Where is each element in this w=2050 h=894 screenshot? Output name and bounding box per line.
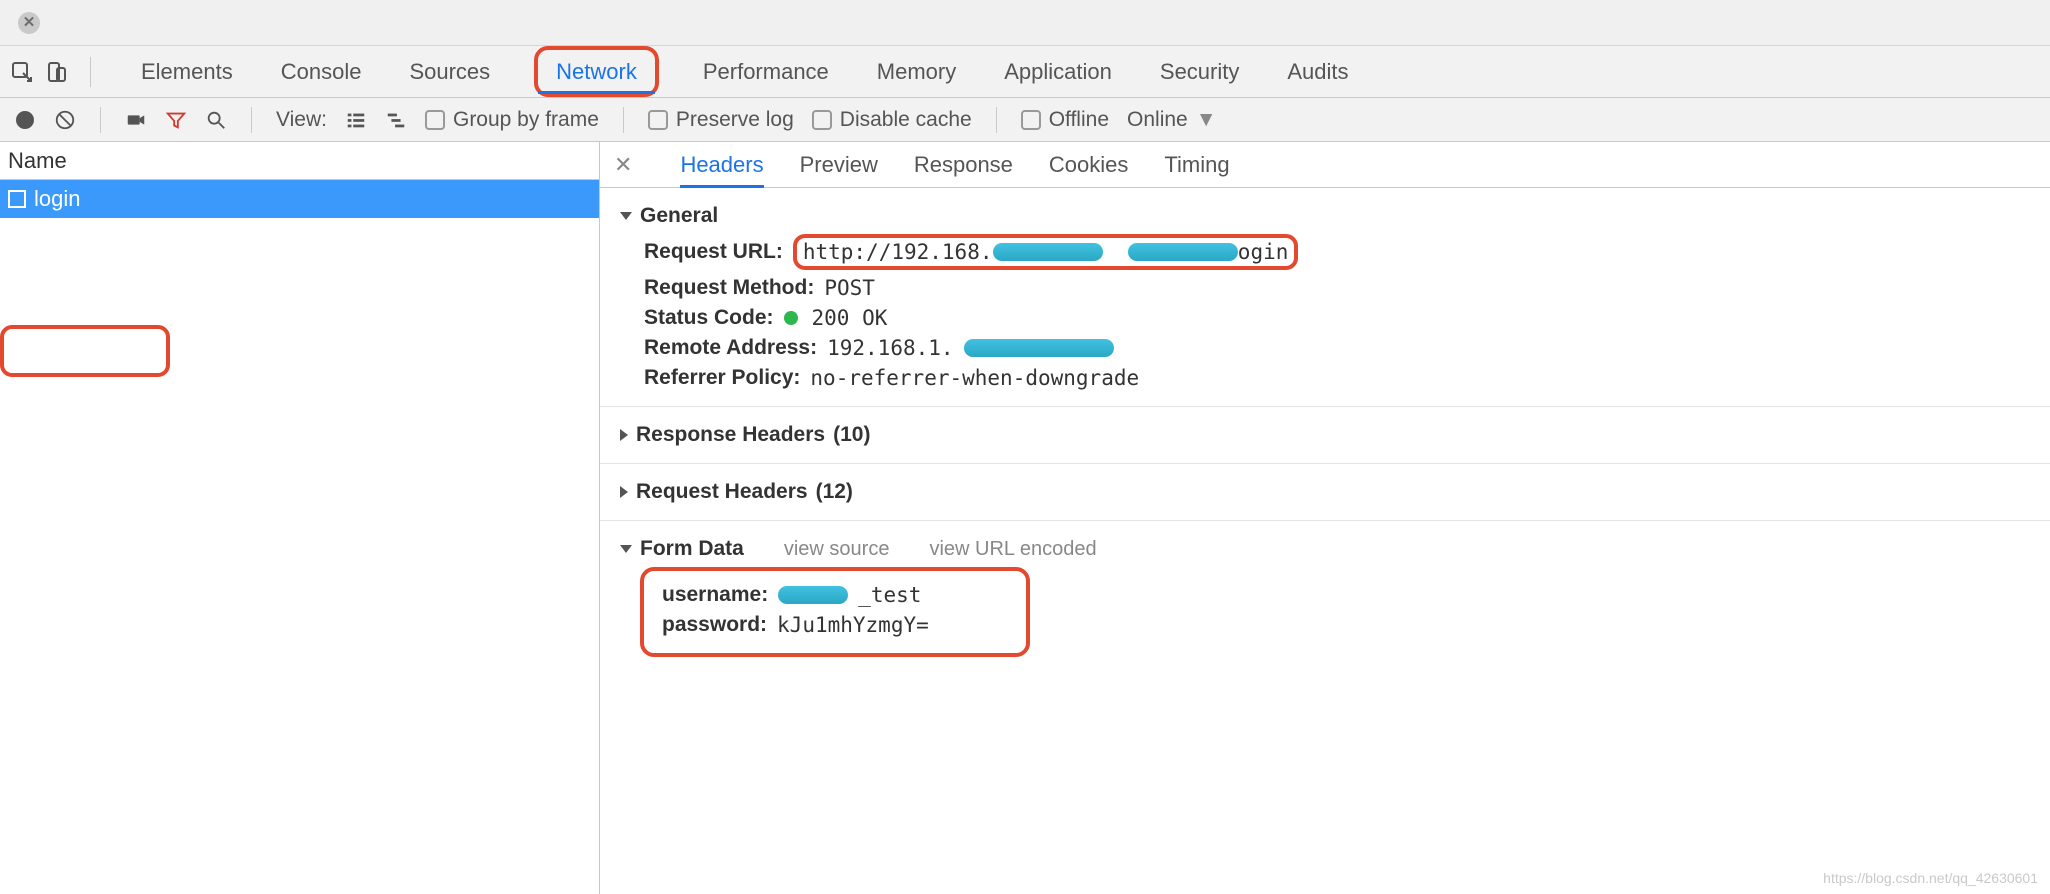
annotation-highlight: http://192.168. ogin <box>793 234 1299 270</box>
group-by-frame-toggle[interactable]: Group by frame <box>425 108 599 132</box>
devtools-tabs: Elements Console Sources Network Perform… <box>137 46 1353 97</box>
redacted-segment <box>993 243 1103 261</box>
tab-audits[interactable]: Audits <box>1283 46 1352 97</box>
detail-tab-timing[interactable]: Timing <box>1164 142 1229 187</box>
requests-list-header[interactable]: Name <box>0 142 599 180</box>
redacted-segment <box>964 339 1114 357</box>
view-list-icon[interactable] <box>345 109 367 131</box>
separator <box>623 107 624 133</box>
tab-memory[interactable]: Memory <box>873 46 960 97</box>
network-toolbar: View: Group by frame Preserve log Disabl… <box>0 98 2050 142</box>
request-name: login <box>34 186 80 212</box>
disclosure-triangle-icon <box>620 429 628 441</box>
inspect-icon[interactable] <box>10 60 34 84</box>
detail-tab-headers[interactable]: Headers <box>680 142 763 187</box>
search-icon[interactable] <box>205 109 227 131</box>
request-url-row: Request URL: http://192.168. ogin <box>644 234 2030 270</box>
separator <box>100 107 101 133</box>
tab-performance[interactable]: Performance <box>699 46 833 97</box>
form-password-row: password: kJu1mhYzmgY= <box>662 613 1012 637</box>
status-code-row: Status Code: 200 OK <box>644 306 2030 330</box>
status-ok-icon <box>784 311 798 325</box>
section-response-headers: Response Headers (10) <box>600 407 2050 464</box>
view-waterfall-icon[interactable] <box>385 109 407 131</box>
tab-security[interactable]: Security <box>1156 46 1243 97</box>
panel-tabs: Elements Console Sources Network Perform… <box>0 46 2050 98</box>
document-icon <box>8 190 26 208</box>
watermark-text: https://blog.csdn.net/qq_42630601 <box>1823 870 2038 886</box>
section-request-headers: Request Headers (12) <box>600 464 2050 521</box>
record-icon[interactable] <box>14 109 36 131</box>
request-row-login[interactable]: login <box>0 180 599 218</box>
section-response-headers-header[interactable]: Response Headers (10) <box>620 423 2030 447</box>
remote-address-row: Remote Address: 192.168.1. <box>644 336 2030 360</box>
tab-sources[interactable]: Sources <box>405 46 494 97</box>
separator <box>90 57 91 87</box>
tab-application[interactable]: Application <box>1000 46 1116 97</box>
close-icon[interactable]: ✕ <box>18 12 40 34</box>
disclosure-triangle-icon <box>620 212 632 220</box>
section-general: General Request URL: http://192.168. ogi… <box>600 188 2050 407</box>
requests-list-pane: Name login <box>0 142 600 894</box>
section-general-header[interactable]: General <box>620 204 2030 228</box>
detail-tabs: ✕ Headers Preview Response Cookies Timin… <box>600 142 2050 188</box>
disclosure-triangle-icon <box>620 545 632 553</box>
device-toggle-icon[interactable] <box>44 60 68 84</box>
throttling-select[interactable]: Online▼ <box>1127 108 1217 132</box>
request-detail-pane: ✕ Headers Preview Response Cookies Timin… <box>600 142 2050 894</box>
annotation-highlight: username: _test password: kJu1mhYzmgY= <box>640 567 1030 657</box>
request-method-row: Request Method: POST <box>644 276 2030 300</box>
filter-icon[interactable] <box>165 109 187 131</box>
redacted-segment <box>1128 243 1238 261</box>
detail-tab-cookies[interactable]: Cookies <box>1049 142 1128 187</box>
redacted-segment <box>778 586 848 604</box>
title-bar: ✕ <box>0 0 2050 46</box>
separator <box>251 107 252 133</box>
view-label: View: <box>276 108 327 132</box>
disclosure-triangle-icon <box>620 486 628 498</box>
tab-elements[interactable]: Elements <box>137 46 237 97</box>
section-request-headers-header[interactable]: Request Headers (12) <box>620 480 2030 504</box>
view-url-encoded-link[interactable]: view URL encoded <box>929 538 1096 561</box>
close-detail-icon[interactable]: ✕ <box>614 152 632 178</box>
separator <box>996 107 997 133</box>
preserve-log-toggle[interactable]: Preserve log <box>648 108 794 132</box>
tab-network[interactable]: Network <box>534 46 659 97</box>
disable-cache-toggle[interactable]: Disable cache <box>812 108 972 132</box>
close-glyph: ✕ <box>23 15 36 30</box>
camera-icon[interactable] <box>125 109 147 131</box>
referrer-policy-row: Referrer Policy: no-referrer-when-downgr… <box>644 366 2030 390</box>
tab-console[interactable]: Console <box>277 46 366 97</box>
detail-tab-response[interactable]: Response <box>914 142 1013 187</box>
offline-toggle[interactable]: Offline <box>1021 108 1109 132</box>
view-source-link[interactable]: view source <box>784 538 890 561</box>
form-username-row: username: _test <box>662 583 1012 607</box>
section-form-data-header[interactable]: Form Data <box>620 537 744 561</box>
clear-icon[interactable] <box>54 109 76 131</box>
section-form-data: Form Data view source view URL encoded u… <box>600 521 2050 667</box>
detail-tab-preview[interactable]: Preview <box>800 142 878 187</box>
network-split: Name login ✕ Headers Preview Response Co… <box>0 142 2050 894</box>
